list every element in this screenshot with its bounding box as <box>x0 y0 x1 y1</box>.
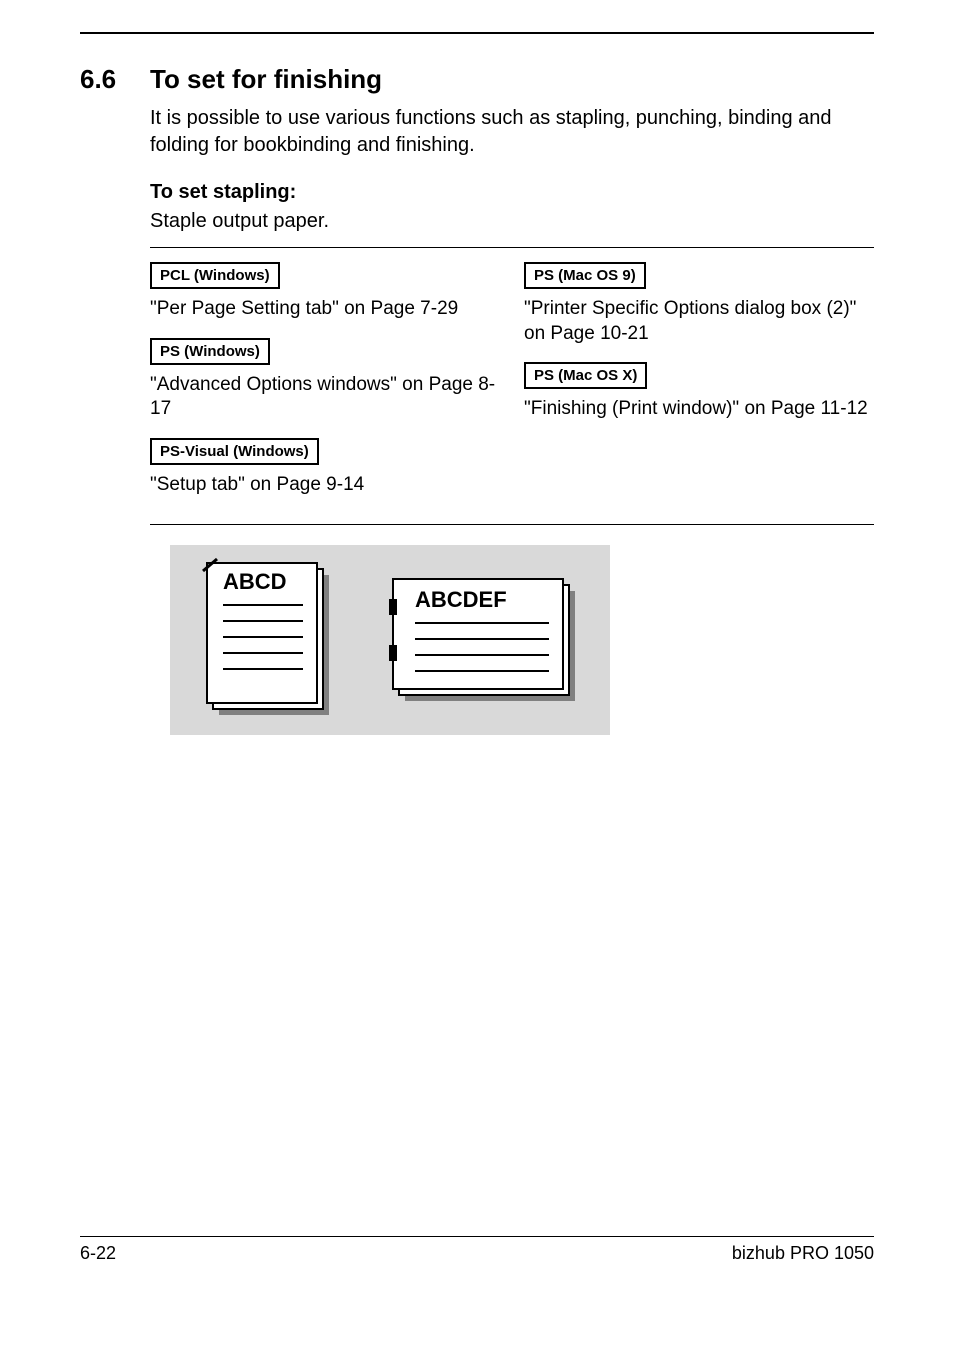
badge-ps-visual-windows: PS-Visual (Windows) <box>150 438 319 465</box>
ref-text: "Setup tab" on Page 9-14 <box>150 473 500 498</box>
intro-paragraph: It is possible to use various functions … <box>150 105 874 159</box>
landscape-page-stack-icon: ABCDEF <box>375 565 585 715</box>
ref-text: "Finishing (Print window)" on Page 11-12 <box>524 397 874 422</box>
badge-ps-mac9: PS (Mac OS 9) <box>524 262 646 289</box>
badge-pcl-windows: PCL (Windows) <box>150 262 280 289</box>
section-title: To set for finishing <box>150 64 382 95</box>
ref-text: "Printer Specific Options dialog box (2)… <box>524 297 874 346</box>
illus-label: ABCD <box>223 569 287 594</box>
footer-page-number: 6-22 <box>80 1243 116 1264</box>
stapling-illustration: ABCD ABCDEF <box>170 545 610 735</box>
ref-text: "Advanced Options windows" on Page 8-17 <box>150 373 500 422</box>
reference-table: PCL (Windows) "Per Page Setting tab" on … <box>150 247 874 525</box>
left-column: PCL (Windows) "Per Page Setting tab" on … <box>150 258 500 510</box>
ref-text: "Per Page Setting tab" on Page 7-29 <box>150 297 500 322</box>
section-number: 6.6 <box>80 64 150 95</box>
portrait-page-stack-icon: ABCD <box>195 555 345 725</box>
right-column: PS (Mac OS 9) "Printer Specific Options … <box>524 258 874 510</box>
footer-product-name: bizhub PRO 1050 <box>732 1243 874 1264</box>
sub-body: Staple output paper. <box>150 210 874 233</box>
sub-heading: To set stapling: <box>150 181 874 204</box>
illus-label: ABCDEF <box>415 587 507 612</box>
badge-ps-windows: PS (Windows) <box>150 338 270 365</box>
badge-ps-macx: PS (Mac OS X) <box>524 362 647 389</box>
